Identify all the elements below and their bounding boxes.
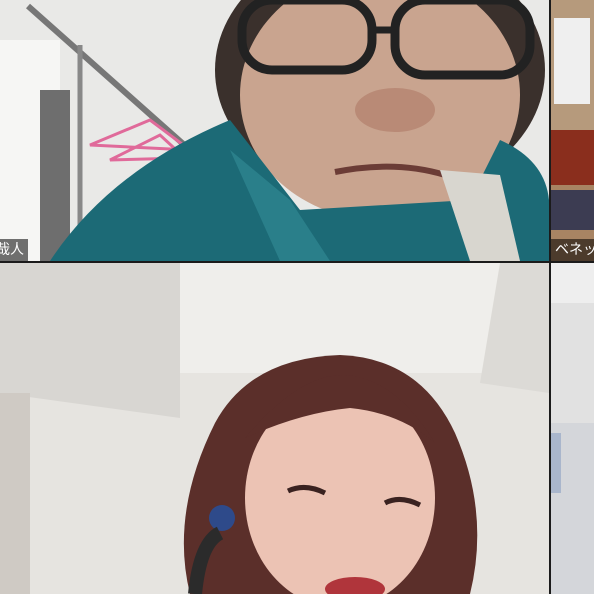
- participant-3-video: [0, 263, 549, 594]
- participant-name-tag: 哉人: [0, 239, 28, 261]
- video-tile-participant-4[interactable]: [551, 263, 594, 594]
- participant-2-video: [551, 0, 594, 261]
- participant-4-video: [551, 263, 594, 594]
- participant-name-tag: ベネッ: [551, 239, 594, 261]
- video-tile-participant-2[interactable]: ベネッ: [551, 0, 594, 261]
- video-tile-participant-1[interactable]: 哉人: [0, 0, 549, 261]
- participant-1-video: [0, 0, 549, 261]
- video-tile-participant-3[interactable]: [0, 263, 549, 594]
